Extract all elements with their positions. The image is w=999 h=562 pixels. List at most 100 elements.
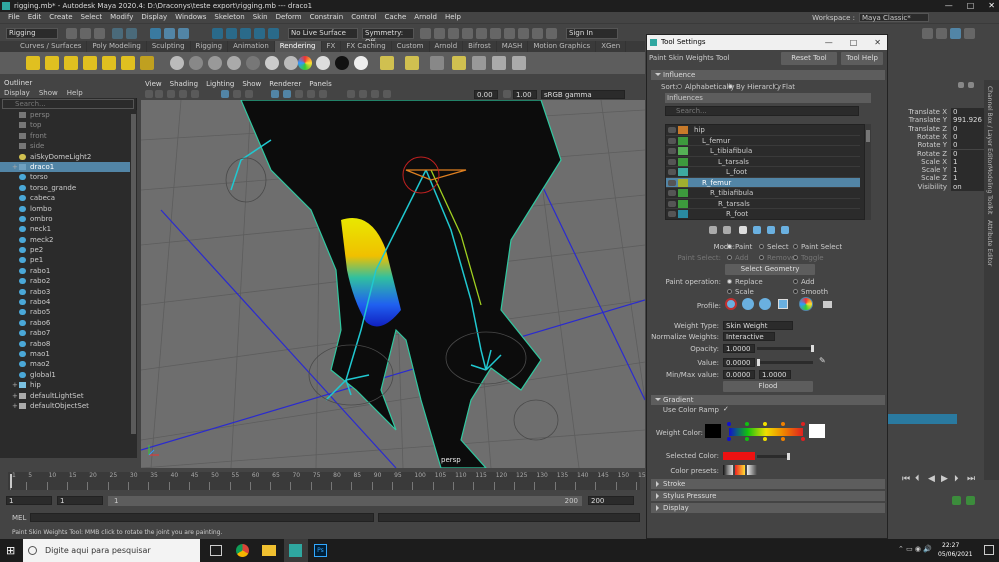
outliner-item[interactable]: global1 [0,370,130,380]
arnold-render-icon[interactable] [518,28,529,39]
channel-value-field[interactable]: 1 [951,157,984,167]
ambient-light-icon[interactable] [26,56,40,70]
channel-value-field[interactable]: 0 [951,108,984,117]
browse-folder-icon[interactable] [823,301,832,308]
ipr-render-icon[interactable] [462,28,473,39]
shelf-tab-fx[interactable]: FX [322,41,342,52]
influence-color-swatch[interactable] [678,210,688,218]
ipr-icon[interactable] [405,56,419,70]
tool-settings-icon[interactable] [950,28,961,39]
channel-value-field[interactable]: 0 [951,124,984,133]
shadows-icon[interactable] [319,90,327,98]
hypershade-icon[interactable] [490,28,501,39]
gamma-icon[interactable] [503,90,511,98]
ramp-top-handles[interactable] [727,422,805,427]
influence-color-swatch[interactable] [678,178,688,187]
symmetry-dropdown[interactable]: Symmetry: Off [362,28,414,46]
chrome-icon[interactable] [236,544,249,557]
modeling-toolkit-icon[interactable] [922,28,933,39]
expand-icon[interactable]: + [12,380,18,390]
auto-key-icon[interactable] [952,496,961,505]
profile-square-icon[interactable] [778,299,788,309]
channel-row[interactable]: Rotate X 0 [888,132,984,142]
influence-color-swatch[interactable] [678,189,688,197]
weight-hammer-icon[interactable] [739,226,747,234]
mode-select-radio[interactable] [759,244,764,249]
2d-pan-zoom-icon[interactable] [191,90,199,98]
batch-render-icon[interactable] [430,56,444,70]
influence-color-swatch[interactable] [678,199,688,208]
wireframe-icon[interactable] [271,90,279,98]
light-editor-icon[interactable] [504,28,515,39]
selected-color-swatch[interactable] [723,452,755,460]
influences-scrollbar[interactable] [865,124,871,220]
influence-row[interactable]: hip [666,125,860,136]
influence-color-swatch[interactable] [678,157,688,166]
viewport-menu-renderer[interactable]: Renderer [269,79,301,89]
redo-icon[interactable] [126,28,137,39]
outliner-item[interactable]: front [0,131,130,141]
channel-value-field[interactable]: 1 [951,174,984,183]
undo-icon[interactable] [112,28,123,39]
menu-skin[interactable]: Skin [253,12,268,23]
viewport-menu-lighting[interactable]: Lighting [206,79,234,89]
use-lights-icon[interactable] [307,90,315,98]
arnold-stop-icon[interactable] [546,28,557,39]
influence-row[interactable]: R_tibiafibula [666,188,860,199]
mel-input[interactable] [30,513,374,522]
influences-header[interactable]: Influences [665,93,871,103]
visibility-eye-icon[interactable] [668,148,676,154]
shelf-tab-poly-modeling[interactable]: Poly Modeling [87,41,147,52]
outliner-item[interactable]: mao1 [0,349,130,359]
workspace-dropdown[interactable]: Maya Classic* [859,13,929,22]
profile-soft-icon[interactable] [742,298,754,310]
visibility-eye-icon[interactable] [668,137,676,144]
viewport-persp[interactable]: persp [141,100,645,468]
select-by-hierarchy-icon[interactable] [150,28,161,39]
menu-display[interactable]: Display [141,12,167,23]
paint-select-add-radio[interactable] [727,255,732,260]
area-light-icon[interactable] [102,56,116,70]
profile-image-icon[interactable] [799,297,813,311]
channel-row[interactable]: Scale Z 1 [888,174,984,183]
arnold-ipr-icon[interactable] [532,28,543,39]
directional-light-icon[interactable] [45,56,59,70]
taskbar-search-input[interactable]: Digite aqui para pesquisar [23,539,200,562]
shelf-tab-rigging[interactable]: Rigging [191,41,229,52]
expand-icon[interactable]: + [12,401,18,411]
channel-row[interactable]: Rotate Y 0 [888,141,984,150]
outliner-item[interactable]: neck1 [0,224,130,234]
outliner-item[interactable]: rabo8 [0,339,130,349]
notification-icon[interactable] [984,545,994,555]
ts-maximize-button[interactable]: □ [850,35,858,50]
mel-label[interactable]: MEL [12,514,26,522]
shelf-tab-rendering[interactable]: Rendering [274,41,322,52]
outliner-item[interactable]: aiSkyDomeLight2 [0,152,130,162]
current-frame-marker[interactable] [10,474,12,488]
expand-icon[interactable]: + [12,162,18,172]
visibility-eye-icon[interactable] [668,158,676,165]
grid-icon[interactable] [221,90,229,98]
influence-section-header[interactable]: Influence [651,70,885,80]
value-slider[interactable] [757,359,813,366]
smooth-shade-icon[interactable] [283,90,291,98]
preset-heat-swatch[interactable] [735,465,745,475]
copy-weights-icon[interactable] [709,226,717,234]
influence-color-swatch[interactable] [678,168,688,176]
menu-file[interactable]: File [8,12,20,23]
display-section-header[interactable]: Display [651,503,885,513]
influence-color-swatch[interactable] [678,136,688,145]
hypershade-shelf-icon[interactable] [472,56,486,70]
playback-start-field[interactable]: 1 [57,496,103,505]
use-background-icon[interactable] [316,56,330,70]
shelf-tab-bifrost[interactable]: Bifrost [463,41,497,52]
ramp-bottom-handles[interactable] [727,437,805,442]
sort-alphabetically-radio[interactable] [677,84,682,89]
new-scene-icon[interactable] [66,28,77,39]
influence-row[interactable]: L_femur [666,136,860,146]
preset-grayscale-swatch[interactable] [723,465,733,475]
menu-constrain[interactable]: Constrain [310,12,344,23]
visibility-eye-icon[interactable] [668,169,676,175]
shelf-tab-mash[interactable]: MASH [497,41,529,52]
expand-icon[interactable]: + [12,391,18,401]
